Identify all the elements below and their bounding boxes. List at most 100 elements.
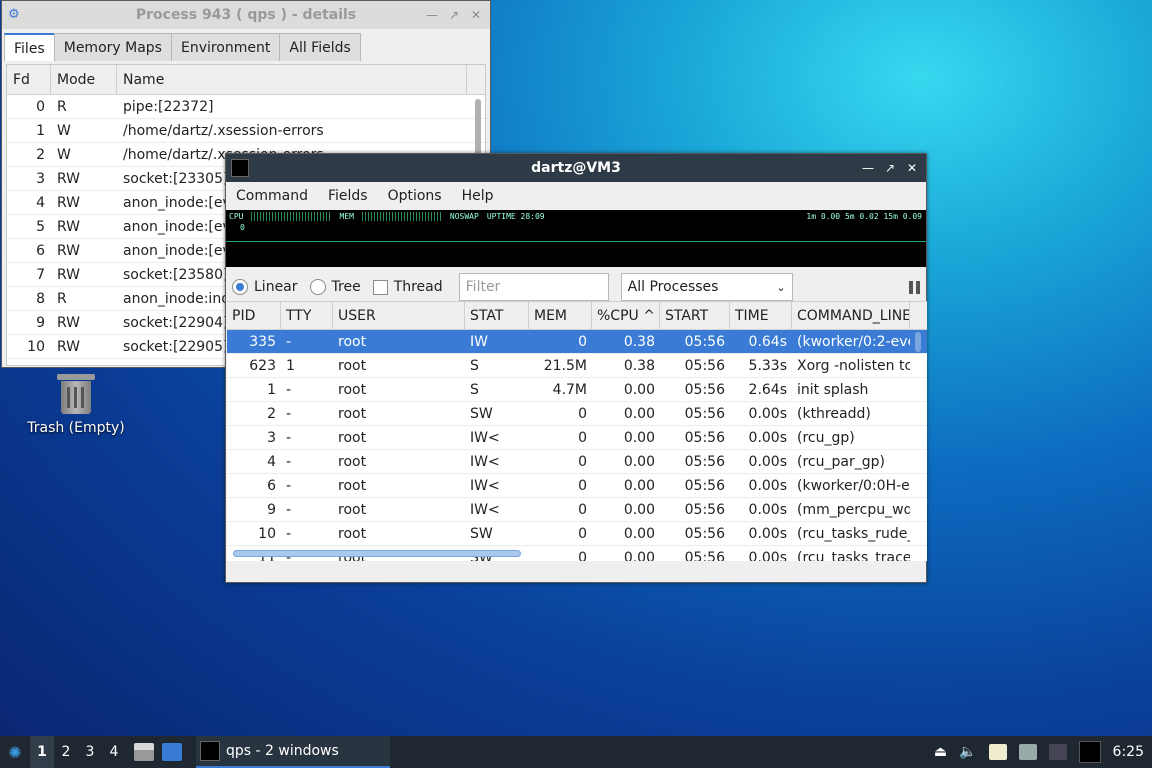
column-tty[interactable]: TTY: [281, 302, 333, 329]
tty-cell: -: [286, 405, 292, 422]
process-row[interactable]: 4- root IW< 0 0.00 05:56 0.00s (rcu_par_gp): [227, 450, 927, 474]
column-mem[interactable]: MEM: [529, 302, 592, 329]
notification-icon[interactable]: [1048, 744, 1067, 760]
process-row[interactable]: 3- root IW< 0 0.00 05:56 0.00s (rcu_gp): [227, 426, 927, 450]
mem-cell: 0: [578, 453, 587, 470]
trash-desktop-icon[interactable]: Trash (Empty): [24, 372, 128, 436]
user-cell: root: [338, 453, 367, 470]
filter-input[interactable]: Filter: [458, 273, 609, 301]
mem-cell: 0: [578, 429, 587, 446]
cpu-cell: 0.00: [623, 525, 655, 542]
menu-fields[interactable]: Fields: [318, 188, 378, 204]
taskbar: ✺ 1 2 3 4 qps - 2 windows ⏏ 🔈 6:25: [0, 736, 1152, 768]
process-horizontal-scrollbar[interactable]: [233, 550, 521, 557]
tty-cell: -: [286, 429, 292, 446]
clipboard-icon[interactable]: [988, 744, 1007, 760]
show-desktop-icon[interactable]: [162, 743, 182, 761]
cmd-cell: (rcu_tasks_trace): [797, 549, 910, 562]
sort-ascending-icon: ^: [643, 308, 655, 324]
menu-command[interactable]: Command: [226, 188, 318, 204]
eject-icon[interactable]: ⏏: [934, 744, 947, 760]
workspace-1[interactable]: 1: [30, 736, 54, 768]
cpu-cell: 0.00: [623, 405, 655, 422]
view-tree-radio[interactable]: Tree: [309, 279, 361, 295]
process-row[interactable]: 9- root IW< 0 0.00 05:56 0.00s (mm_percpu_wq): [227, 498, 927, 522]
terminal-tray-icon[interactable]: [1078, 741, 1101, 763]
minimize-icon[interactable]: —: [426, 8, 438, 22]
process-vertical-scrollbar[interactable]: [915, 332, 921, 352]
file-row[interactable]: 0 Rpipe:[22372]: [7, 95, 485, 119]
volume-icon[interactable]: 🔈: [959, 744, 976, 760]
mode-cell: R: [57, 290, 67, 307]
start-cell: 05:56: [684, 333, 725, 350]
process-filter-select[interactable]: All Processes ⌄: [620, 273, 793, 301]
details-titlebar[interactable]: ⚙ Process 943 ( qps ) - details — ↗ ✕: [2, 1, 490, 29]
maximize-icon[interactable]: ↗: [884, 161, 896, 175]
cpu-meter: [251, 212, 332, 221]
pause-icon[interactable]: [909, 280, 920, 294]
workspace-4[interactable]: 4: [102, 744, 126, 760]
process-row[interactable]: 2- root SW 0 0.00 05:56 0.00s (kthreadd): [227, 402, 927, 426]
maximize-icon[interactable]: ↗: [448, 8, 460, 22]
menu-help[interactable]: Help: [452, 188, 504, 204]
time-cell: 0.00s: [748, 429, 787, 446]
tab-memory-maps[interactable]: Memory Maps: [53, 33, 172, 61]
user-cell: root: [338, 381, 367, 398]
fd-cell: 4: [36, 194, 45, 211]
close-icon[interactable]: ✕: [906, 161, 918, 175]
workspace-2[interactable]: 2: [54, 744, 78, 760]
column-command-line[interactable]: COMMAND_LINE: [792, 302, 910, 329]
fd-cell: 1: [36, 122, 45, 139]
fd-cell: 8: [36, 290, 45, 307]
file-manager-icon[interactable]: [134, 743, 154, 761]
pid-cell: 2: [267, 405, 276, 422]
start-menu-icon[interactable]: ✺: [0, 736, 30, 768]
menu-options[interactable]: Options: [378, 188, 452, 204]
thread-checkbox[interactable]: Thread: [372, 279, 443, 295]
menubar: Command Fields Options Help: [226, 182, 926, 210]
process-row[interactable]: 10- root SW 0 0.00 05:56 0.00s (rcu_tasks_rude_: [227, 522, 927, 546]
tty-cell: -: [286, 477, 292, 494]
network-icon[interactable]: [1018, 744, 1037, 760]
files-scrollbar[interactable]: [475, 99, 481, 159]
column-stat[interactable]: STAT: [465, 302, 529, 329]
stat-cell: IW<: [470, 453, 500, 470]
column-mode[interactable]: Mode: [51, 65, 117, 94]
user-cell: root: [338, 429, 367, 446]
process-row[interactable]: 1- root S 4.7M 0.00 05:56 2.64s init splash: [227, 378, 927, 402]
task-qps[interactable]: qps - 2 windows: [196, 736, 390, 768]
fd-cell: 9: [36, 314, 45, 331]
fd-cell: 3: [36, 170, 45, 187]
clock[interactable]: 6:25: [1113, 744, 1144, 760]
column-user[interactable]: USER: [333, 302, 465, 329]
column-name[interactable]: Name: [117, 65, 467, 94]
stat-cell: IW<: [470, 477, 500, 494]
process-row[interactable]: 335- root IW 0 0.38 05:56 0.64s (kworker/0:2-ev…: [227, 330, 927, 354]
tab-files[interactable]: Files: [4, 33, 55, 61]
workspace-3[interactable]: 3: [78, 744, 102, 760]
start-cell: 05:56: [684, 549, 725, 562]
tab-environment[interactable]: Environment: [170, 33, 281, 61]
time-cell: 0.00s: [748, 477, 787, 494]
fd-cell: 0: [36, 98, 45, 115]
user-cell: root: [338, 405, 367, 422]
qps-main-window: dartz@VM3 — ↗ ✕ Command Fields Options H…: [225, 153, 927, 583]
process-table: PID TTY USER STAT MEM %CPU ^ START TIME …: [227, 301, 927, 561]
process-row[interactable]: 623 1 root S 21.5M 0.38 05:56 5.33s Xorg -nolist…: [227, 354, 927, 378]
tab-all-fields[interactable]: All Fields: [279, 33, 361, 61]
start-cell: 05:56: [684, 405, 725, 422]
column-cpu[interactable]: %CPU ^: [592, 302, 660, 329]
view-linear-radio[interactable]: Linear: [232, 279, 298, 295]
column-start[interactable]: START: [660, 302, 730, 329]
close-icon[interactable]: ✕: [470, 8, 482, 22]
file-row[interactable]: 1 W/home/dartz/.xsession-errors: [7, 119, 485, 143]
time-cell: 0.00s: [748, 501, 787, 518]
column-pid[interactable]: PID: [227, 302, 281, 329]
start-cell: 05:56: [684, 525, 725, 542]
stat-cell: SW: [470, 405, 493, 422]
column-time[interactable]: TIME: [730, 302, 792, 329]
column-fd[interactable]: Fd: [7, 65, 51, 94]
process-row[interactable]: 6- root IW< 0 0.00 05:56 0.00s (kworker/0:0H-ev: [227, 474, 927, 498]
minimize-icon[interactable]: —: [862, 161, 874, 175]
qps-titlebar[interactable]: dartz@VM3 — ↗ ✕: [226, 154, 926, 182]
